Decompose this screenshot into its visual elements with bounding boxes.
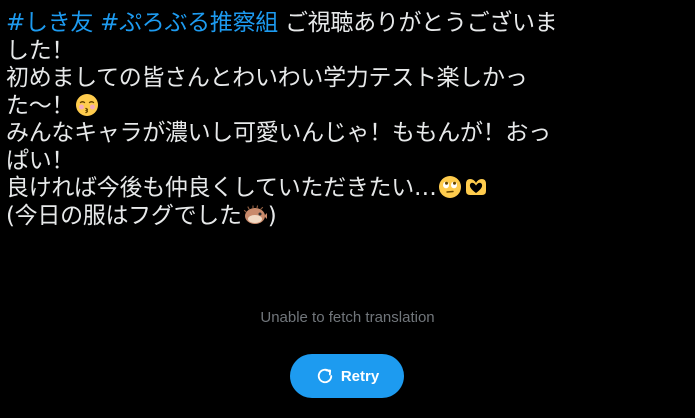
retry-button-label: Retry bbox=[340, 367, 380, 385]
tweet-line-4-text: た〜！ bbox=[6, 92, 75, 119]
heart-hands-icon bbox=[464, 175, 488, 199]
tweet-line-8-open: (今日の服はフグでした bbox=[6, 202, 242, 229]
hashtag-link-purobururu[interactable]: #ぷろぶる推察組 bbox=[100, 10, 278, 36]
retry-button[interactable]: Retry bbox=[290, 354, 404, 398]
kissing-face-icon bbox=[75, 93, 99, 117]
blowfish-icon bbox=[243, 203, 267, 227]
face-with-rolling-eyes-icon bbox=[438, 175, 462, 199]
tweet-line-1-text: ご視聴ありがとうございま bbox=[284, 10, 558, 36]
translation-error-text: Unable to fetch translation bbox=[260, 309, 435, 326]
tweet-line-7: 良ければ今後も仲良くしていただきたい… bbox=[6, 175, 686, 203]
tweet-line-4: た〜！ bbox=[6, 93, 686, 121]
tweet-line-8-close: ) bbox=[267, 202, 277, 229]
tweet-line-7-text: 良ければ今後も仲良くしていただきたい… bbox=[6, 175, 437, 201]
refresh-icon bbox=[315, 366, 335, 386]
tweet-line-8: (今日の服はフグでした) bbox=[6, 203, 686, 231]
tweet-text: #しき友 #ぷろぶる推察組 ご視聴ありがとうございま した！ 初めましての皆さん… bbox=[6, 10, 686, 230]
tweet-line-2: した！ bbox=[6, 37, 75, 64]
tweet-line-1: #しき友 #ぷろぶる推察組 ご視聴ありがとうございま bbox=[6, 10, 686, 38]
tweet-line-5: みんなキャラが濃いし可愛いんじゃ！ももんが！おっ bbox=[6, 120, 551, 146]
hashtag-link-shikitomo[interactable]: #しき友 bbox=[6, 10, 93, 36]
tweet-line-3: 初めましての皆さんとわいわい学力テスト楽しかっ bbox=[6, 65, 528, 91]
tweet-line-6: ぱい！ bbox=[6, 147, 75, 174]
